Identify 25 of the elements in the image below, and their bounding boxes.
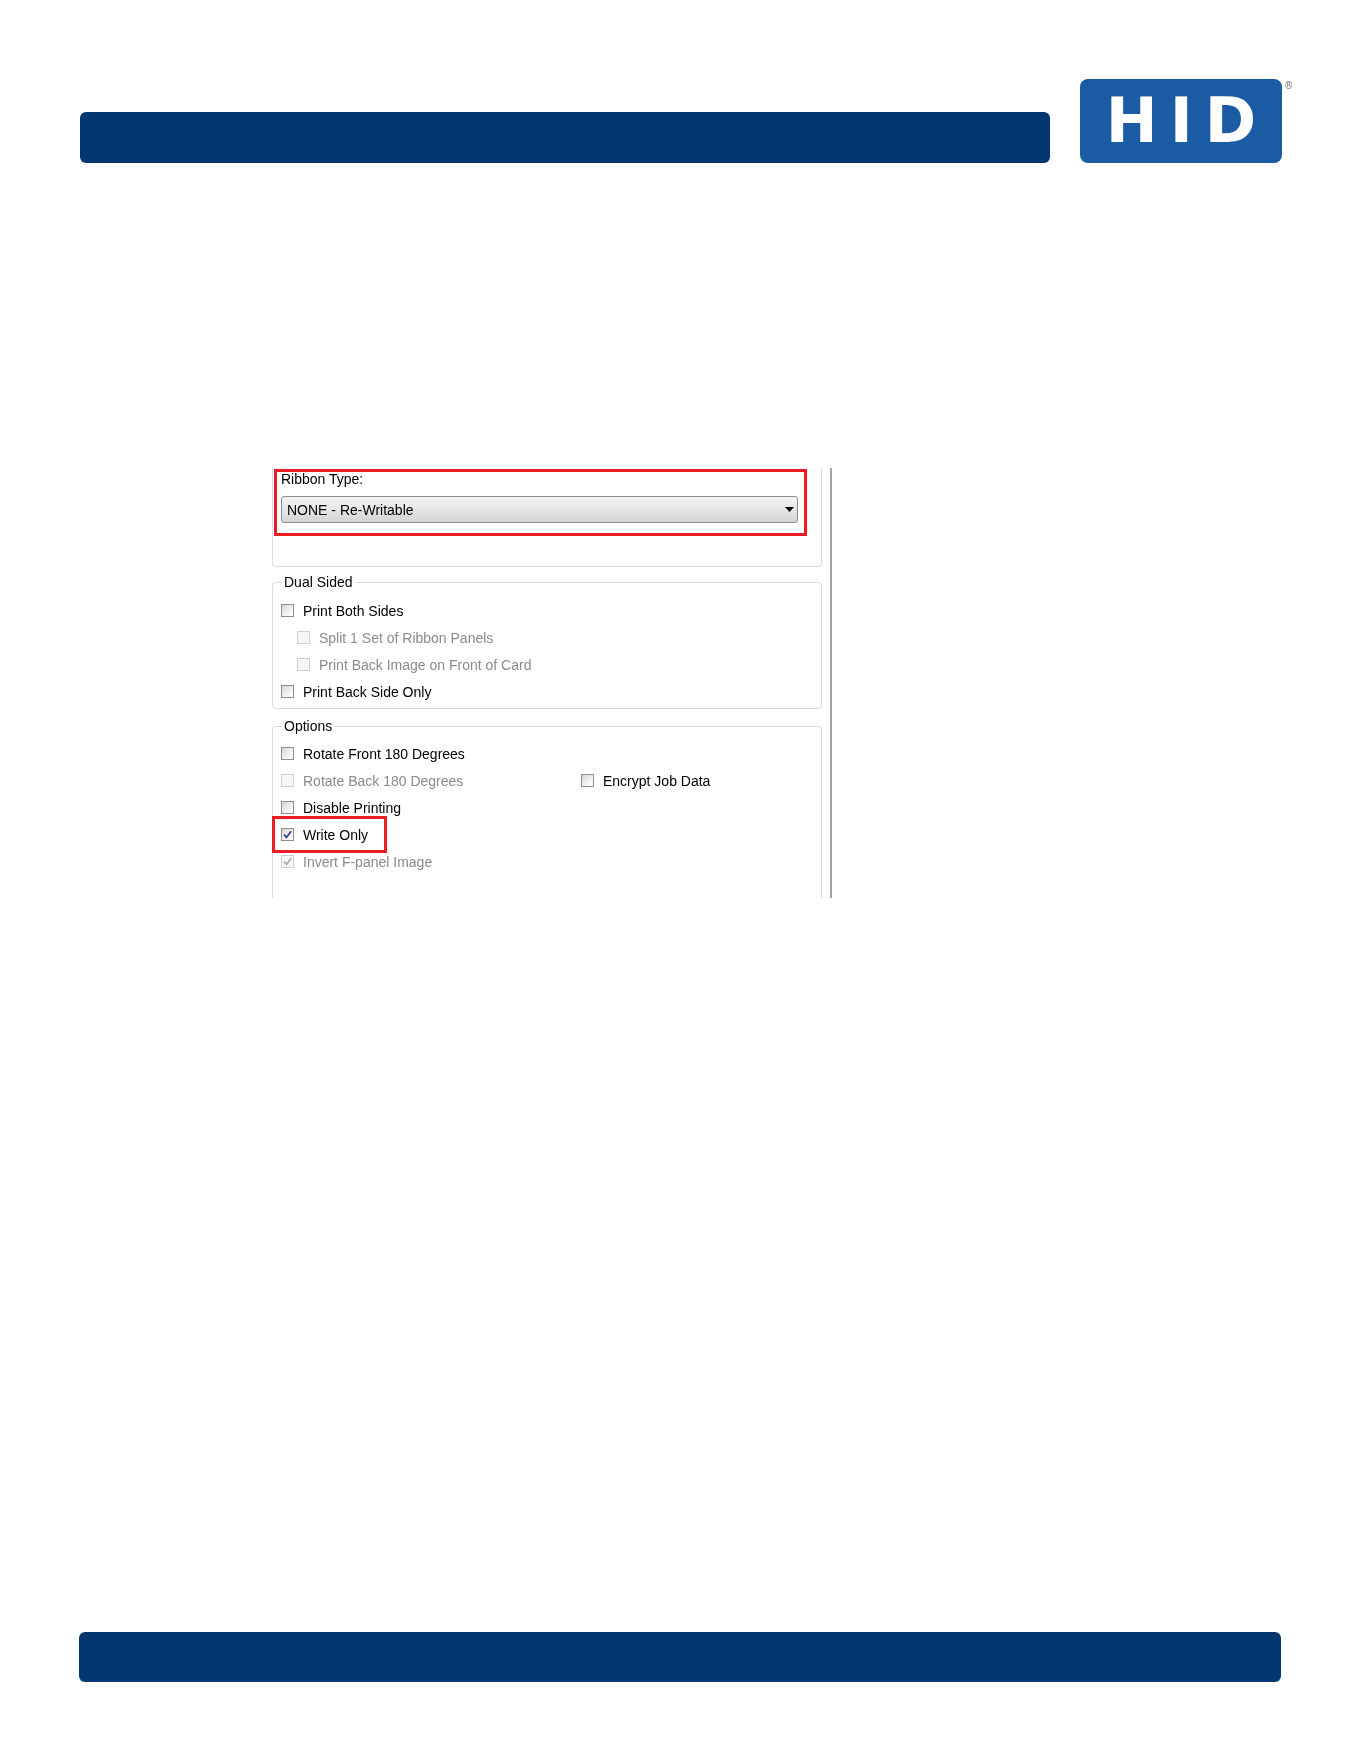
checkbox[interactable] (281, 604, 294, 617)
checkbox-label: Rotate Back 180 Degrees (303, 772, 464, 789)
dropdown[interactable]: NONE - Re-Writable (281, 496, 798, 523)
checkbox-label: Print Both Sides (303, 602, 404, 619)
checkbox[interactable] (281, 828, 294, 841)
checkbox-label: Write Only (303, 826, 369, 843)
checkbox[interactable] (281, 685, 294, 698)
field-label: Ribbon Type: (281, 471, 365, 487)
checkbox-label: Invert F-panel Image (303, 853, 433, 870)
logo-text: HID (1104, 90, 1269, 152)
checkbox-label: Disable Printing (303, 799, 402, 816)
group-title: Dual Sided (283, 574, 354, 590)
checkbox[interactable] (281, 747, 294, 760)
group-title: Options (283, 718, 334, 734)
checkbox-label: Print Back Image on Front of Card (319, 656, 532, 673)
registered-mark: ® (1285, 81, 1293, 91)
caret-icon (785, 507, 794, 512)
checkmark-icon (283, 857, 292, 866)
checkbox-label: Split 1 Set of Ribbon Panels (319, 629, 494, 646)
checkbox-label: Rotate Front 180 Degrees (303, 745, 465, 762)
checkbox[interactable] (581, 774, 594, 787)
checkbox[interactable] (281, 801, 294, 814)
checkbox-label: Encrypt Job Data (603, 772, 711, 789)
checkmark-icon (283, 830, 292, 839)
checkbox-label: Print Back Side Only (303, 683, 432, 700)
